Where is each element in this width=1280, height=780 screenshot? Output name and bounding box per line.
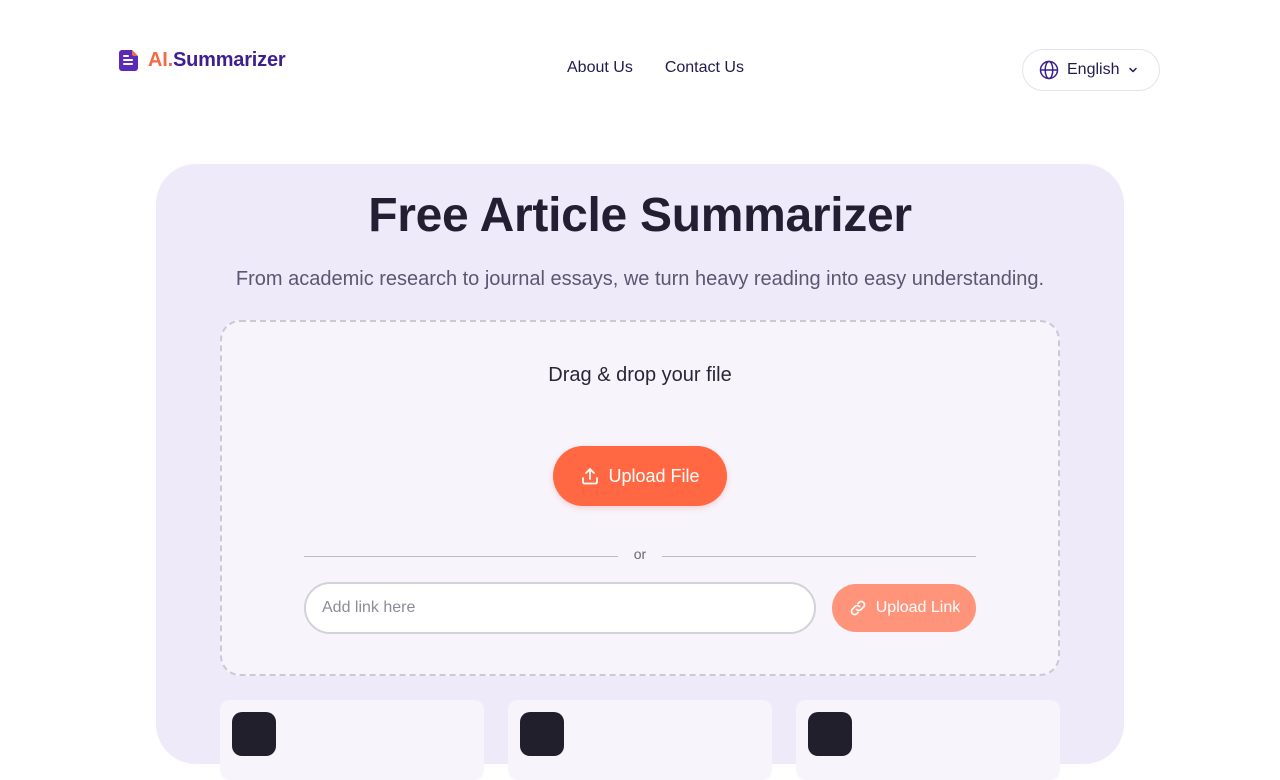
upload-file-button[interactable]: Upload File [553, 446, 727, 506]
file-dropzone[interactable]: Drag & drop your file Upload File or Upl… [220, 320, 1060, 676]
globe-icon [1039, 60, 1059, 80]
site-header: AI.Summarizer About Us Contact Us Englis… [0, 0, 1280, 140]
page-title: Free Article Summarizer [368, 189, 912, 242]
divider-line-left [304, 556, 618, 557]
upload-icon [582, 468, 599, 485]
language-label: English [1067, 61, 1120, 78]
feature-card [796, 700, 1060, 780]
brand-name: AI.Summarizer [148, 48, 286, 72]
upload-link-button[interactable]: Upload Link [832, 584, 976, 632]
language-selector[interactable]: English [1022, 49, 1160, 91]
feature-icon [520, 712, 564, 756]
or-divider: or [304, 544, 976, 564]
document-icon [119, 50, 138, 71]
upload-link-label: Upload Link [875, 599, 961, 616]
brand-prefix: AI. [148, 48, 173, 71]
page-subtitle: From academic research to journal essays… [235, 268, 1045, 290]
chevron-down-icon [1129, 67, 1138, 73]
hero-card: Free Article Summarizer From academic re… [156, 164, 1124, 780]
brand-suffix: Summarizer [172, 48, 286, 71]
upload-file-label: Upload File [608, 465, 700, 486]
nav-contact-us[interactable]: Contact Us [665, 59, 744, 77]
feature-icon [808, 712, 852, 756]
feature-card [508, 700, 772, 780]
main-nav: About Us Contact Us [567, 59, 744, 77]
divider-line-right [662, 556, 976, 557]
link-input[interactable] [304, 582, 816, 634]
logo[interactable]: AI.Summarizer [119, 48, 286, 72]
feature-card [220, 700, 484, 780]
link-icon [850, 600, 866, 616]
nav-about-us[interactable]: About Us [567, 59, 633, 77]
or-label: or [633, 546, 647, 562]
feature-icon [232, 712, 276, 756]
drop-instructions: Drag & drop your file [548, 364, 732, 386]
